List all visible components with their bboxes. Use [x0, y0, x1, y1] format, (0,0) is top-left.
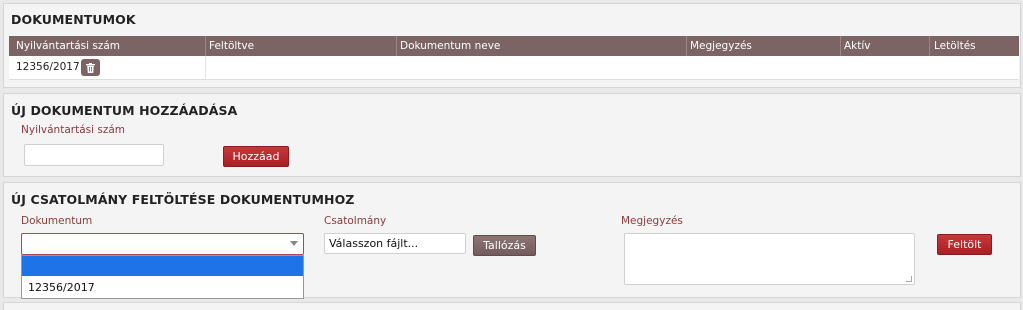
next-panel [3, 302, 1021, 310]
upload-attachment-title: ÚJ CSATOLMÁNY FELTÖLTÉSE DOKUMENTUMHOZ [11, 192, 355, 207]
table-row: 12356/2017 [9, 56, 1019, 80]
file-input-placeholder: Válasszon fájlt... [329, 237, 419, 250]
document-dropdown-list: 12356/2017 [21, 255, 304, 299]
dropdown-option[interactable]: 12356/2017 [28, 281, 95, 294]
upload-attachment-panel: ÚJ CSATOLMÁNY FELTÖLTÉSE DOKUMENTUMHOZ D… [3, 182, 1021, 299]
delete-button[interactable] [81, 59, 100, 76]
document-label: Dokumentum [21, 215, 93, 227]
document-select[interactable] [21, 233, 304, 255]
file-input[interactable]: Válasszon fájlt... [324, 233, 466, 254]
documents-panel: DOKUMENTUMOK Nyilvántartási szám Feltölt… [3, 3, 1021, 88]
registration-number-cell: 12356/2017 [16, 61, 80, 73]
trash-icon [86, 62, 95, 73]
column-header-download[interactable]: Letöltés [934, 40, 976, 52]
registration-number-label: Nyilvántartási szám [21, 124, 125, 136]
column-header-document-name[interactable]: Dokumentum neve [400, 40, 500, 52]
browse-button[interactable]: Tallózás [473, 235, 536, 256]
note-label: Megjegyzés [621, 215, 683, 227]
add-document-panel: ÚJ DOKUMENTUM HOZZÁADÁSA Nyilvántartási … [3, 93, 1021, 177]
column-header-registration-number[interactable]: Nyilvántartási szám [16, 40, 120, 52]
note-textarea[interactable] [624, 233, 915, 285]
documents-title: DOKUMENTUMOK [11, 12, 136, 27]
column-header-uploaded[interactable]: Feltöltve [209, 40, 254, 52]
chevron-down-icon[interactable] [290, 241, 298, 246]
upload-button[interactable]: Feltölt [937, 234, 992, 255]
documents-table-header: Nyilvántartási szám Feltöltve Dokumentum… [9, 36, 1019, 56]
column-header-note[interactable]: Megjegyzés [690, 40, 752, 52]
add-button[interactable]: Hozzáad [223, 146, 289, 167]
add-document-title: ÚJ DOKUMENTUM HOZZÁADÁSA [11, 103, 238, 118]
registration-number-input[interactable] [24, 144, 164, 166]
resize-handle-icon[interactable] [906, 276, 912, 282]
dropdown-option-empty[interactable] [22, 256, 303, 276]
attachment-label: Csatolmány [324, 215, 387, 227]
column-header-active[interactable]: Aktív [844, 40, 871, 52]
